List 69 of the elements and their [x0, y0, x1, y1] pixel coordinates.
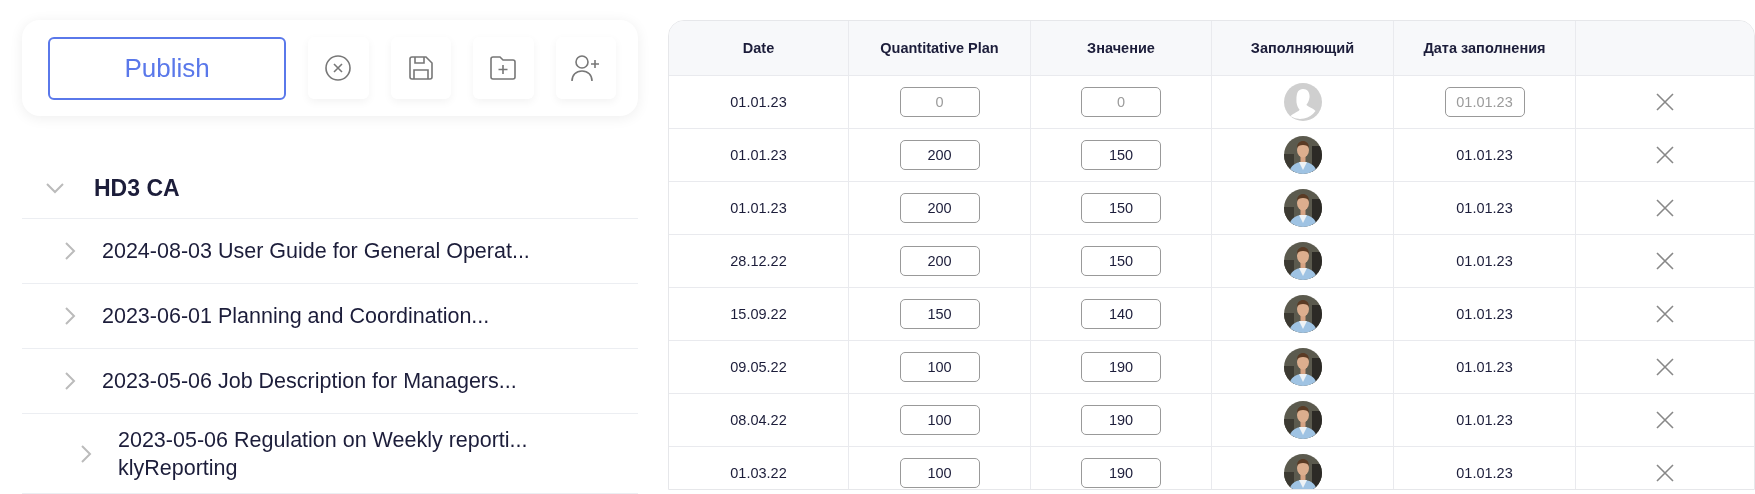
- plan-input[interactable]: 0: [899, 87, 980, 117]
- date-cell: 01.01.23: [1456, 359, 1513, 375]
- date-cell: 28.12.22: [730, 253, 787, 269]
- tree-item-label: 2023-05-06 Regulation on Weekly reporti...: [118, 426, 528, 454]
- date-cell: 09.05.22: [730, 359, 787, 375]
- date-cell: 01.03.22: [730, 465, 787, 481]
- column-header: Заполняющий: [1212, 21, 1394, 75]
- plan-input[interactable]: 100: [899, 405, 980, 435]
- date-cell: 01.01.23: [730, 147, 787, 163]
- date-cell: 01.01.23: [1456, 253, 1513, 269]
- tree-group-title: HD3 CA: [94, 174, 180, 202]
- save-button[interactable]: [390, 37, 452, 99]
- column-header: Дата заполнения: [1394, 21, 1576, 75]
- tree-item-label: 2023-05-06 Job Description for Managers...: [102, 368, 517, 395]
- date-cell: 01.01.23: [730, 200, 787, 216]
- delete-icon[interactable]: [1655, 251, 1675, 271]
- value-input[interactable]: 150: [1081, 193, 1161, 223]
- new-folder-button[interactable]: [473, 37, 534, 99]
- add-user-icon: [570, 54, 601, 82]
- delete-icon[interactable]: [1655, 304, 1675, 324]
- delete-icon[interactable]: [1655, 198, 1675, 218]
- chevron-right-icon[interactable]: [80, 443, 92, 464]
- delete-icon[interactable]: [1655, 463, 1675, 483]
- tree-item[interactable]: 2023-05-06 Regulation on Weekly reporti... klyReporting: [22, 414, 638, 494]
- add-user-button[interactable]: [555, 37, 616, 99]
- value-input[interactable]: 190: [1081, 405, 1161, 435]
- date-cell: 01.01.23: [730, 94, 787, 110]
- column-header: Значение: [1031, 21, 1212, 75]
- chevron-right-icon[interactable]: [64, 371, 76, 391]
- date-cell: 01.01.23: [1456, 465, 1513, 481]
- tree-item-label: 2023-06-01 Planning and Coordination...: [102, 303, 490, 330]
- plan-input[interactable]: 200: [899, 193, 980, 223]
- cancel-button[interactable]: [308, 37, 369, 99]
- chevron-right-icon[interactable]: [64, 241, 76, 261]
- delete-icon[interactable]: [1655, 357, 1675, 377]
- tree-item[interactable]: 2024-08-03 User Guide for General Operat...: [22, 219, 638, 284]
- plan-input[interactable]: 200: [899, 140, 980, 170]
- plan-input[interactable]: 200: [899, 246, 980, 276]
- column-header: Quantitative Plan: [849, 21, 1031, 75]
- date-cell: 01.01.23: [1456, 412, 1513, 428]
- value-input[interactable]: 140: [1081, 299, 1161, 329]
- date-cell: 01.01.23: [1456, 147, 1513, 163]
- value-input[interactable]: 150: [1081, 246, 1161, 276]
- cancel-circle-icon: [324, 54, 353, 82]
- value-input[interactable]: 150: [1081, 140, 1161, 170]
- value-input[interactable]: 190: [1081, 458, 1161, 488]
- delete-icon[interactable]: [1655, 410, 1675, 430]
- plan-input[interactable]: 100: [899, 458, 980, 488]
- tree-item-label: 2024-08-03 User Guide for General Operat...: [102, 238, 530, 265]
- tree-item[interactable]: 2023-05-06 Job Description for Managers...: [22, 349, 638, 414]
- value-input[interactable]: 0: [1081, 87, 1161, 117]
- date-cell: 08.04.22: [730, 412, 787, 428]
- delete-icon[interactable]: [1655, 92, 1675, 112]
- avatar-placeholder-icon: [1283, 83, 1322, 121]
- date-cell: 01.01.23: [1456, 200, 1513, 216]
- chevron-right-icon[interactable]: [64, 306, 76, 326]
- publish-button[interactable]: Publish: [48, 36, 287, 100]
- plan-input[interactable]: 150: [899, 299, 980, 329]
- value-input[interactable]: 190: [1081, 352, 1161, 382]
- date-input[interactable]: 01.01.23: [1444, 87, 1525, 117]
- date-cell: 01.01.23: [1456, 306, 1513, 322]
- column-header: Date: [669, 21, 849, 75]
- tree-item-sublabel: klyReporting: [118, 454, 239, 482]
- chevron-down-icon[interactable]: [46, 182, 64, 194]
- plan-input[interactable]: 100: [899, 352, 980, 382]
- tree-item[interactable]: 2023-06-01 Planning and Coordination...: [22, 284, 638, 349]
- date-cell: 15.09.22: [730, 306, 787, 322]
- delete-icon[interactable]: [1655, 145, 1675, 165]
- folder-plus-icon: [489, 55, 518, 81]
